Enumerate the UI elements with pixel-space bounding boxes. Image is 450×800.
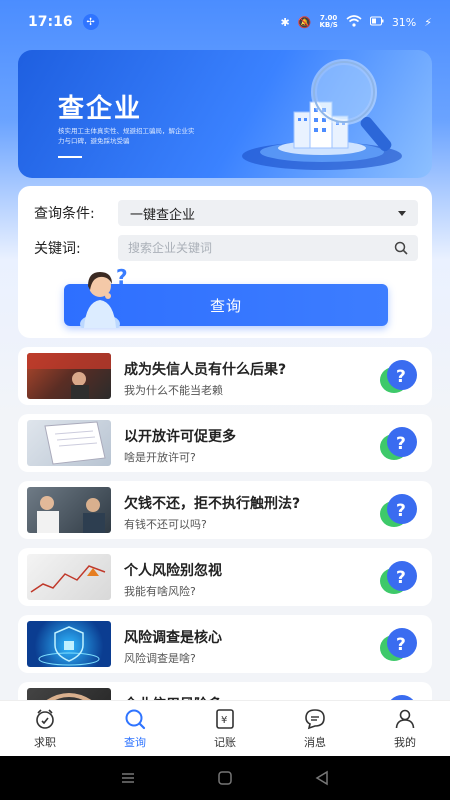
article-thumbnail — [27, 554, 111, 600]
thinking-girl-illustration: ? — [80, 266, 128, 328]
tab-job[interactable]: 求职 — [0, 701, 90, 756]
keyword-label: 关键词: — [34, 241, 81, 257]
tab-label: 我的 — [394, 736, 416, 749]
condition-row: 查询条件: 一键查企业 — [34, 200, 418, 226]
keyword-row: 关键词: — [34, 235, 418, 261]
svg-text:?: ? — [396, 635, 406, 655]
profile-icon — [395, 709, 415, 729]
status-bar: 17:16 ✢ ✱ 🔕 7.00 KB/S 31% ⚡ — [0, 0, 450, 44]
article-title: 欠钱不还，拒不执行触刑法? — [124, 496, 301, 512]
svg-text:?: ? — [396, 501, 406, 521]
tab-label: 查询 — [124, 736, 146, 749]
charging-icon: ⚡ — [424, 15, 432, 29]
magnifier-building-illustration — [242, 59, 402, 170]
article-title: 风险调查是核心 — [124, 630, 222, 646]
chevron-down-icon — [398, 210, 406, 216]
battery-icon — [369, 16, 384, 29]
condition-value: 一键查企业 — [130, 207, 196, 223]
banner-divider — [58, 156, 82, 158]
article-list: 成为失信人员有什么后果? 我为什么不能当老赖 ? 以开放许可促更多 啥是开放许可… — [18, 347, 432, 749]
tab-message[interactable]: 消息 — [270, 701, 360, 756]
article-subtitle: 我能有啥风险? — [124, 585, 196, 598]
svg-text:?: ? — [396, 434, 406, 454]
mute-icon: 🔕 — [297, 15, 312, 29]
list-item[interactable]: 成为失信人员有什么后果? 我为什么不能当老赖 ? — [18, 347, 432, 405]
question-icon: ? — [380, 628, 417, 661]
ledger-icon: ¥ — [216, 709, 234, 729]
query-card: 查询条件: 一键查企业 关键词: 查询 ? — [18, 186, 432, 338]
job-icon — [36, 709, 54, 729]
tab-profile[interactable]: 我的 — [360, 701, 450, 756]
condition-select[interactable]: 一键查企业 — [118, 200, 418, 226]
article-thumbnail — [27, 621, 111, 667]
hero-banner[interactable]: 查企业 核实用工主体真实性、规避招工骗局，解企业实力与口碑，避免踩坑受骗 — [18, 50, 432, 178]
query-button-label: 查询 — [209, 296, 242, 315]
article-subtitle: 风险调查是啥? — [124, 652, 196, 665]
home-icon[interactable] — [216, 769, 234, 787]
wifi-icon — [346, 14, 362, 30]
network-speed: 7.00 KB/S — [319, 14, 338, 29]
keyword-search-box[interactable] — [118, 235, 418, 261]
status-time: 17:16 — [28, 14, 73, 30]
menu-icon[interactable] — [119, 769, 137, 787]
list-item[interactable]: 风险调查是核心 风险调查是啥? ? — [18, 615, 432, 673]
tab-label: 记账 — [214, 736, 236, 749]
question-icon: ? — [380, 561, 417, 594]
app-notification-icon: ✢ — [82, 14, 99, 30]
bluetooth-icon: ✱ — [280, 15, 290, 29]
article-title: 个人风险别忽视 — [124, 563, 222, 579]
svg-text:¥: ¥ — [221, 715, 227, 726]
article-thumbnail — [27, 487, 111, 533]
bottom-nav: 求职 查询 ¥ 记账 消息 我的 — [0, 700, 450, 756]
article-subtitle: 我为什么不能当老赖 — [124, 384, 223, 397]
svg-text:?: ? — [116, 266, 128, 289]
question-icon: ? — [380, 360, 417, 393]
question-icon: ? — [380, 427, 417, 460]
system-nav-bar — [0, 756, 450, 800]
tab-label: 求职 — [34, 736, 56, 749]
tab-search[interactable]: 查询 — [90, 701, 180, 756]
article-subtitle: 有钱不还可以吗? — [124, 518, 207, 531]
keyword-input[interactable] — [128, 241, 394, 255]
article-title: 成为失信人员有什么后果? — [124, 362, 287, 378]
article-thumbnail — [27, 353, 111, 399]
tab-ledger[interactable]: ¥ 记账 — [180, 701, 270, 756]
message-icon — [305, 709, 325, 730]
article-title: 以开放许可促更多 — [124, 429, 236, 445]
search-icon[interactable] — [394, 241, 408, 255]
battery-level: 31% — [391, 15, 417, 29]
search-icon — [125, 709, 146, 730]
question-icon: ? — [380, 494, 417, 527]
back-icon[interactable] — [313, 769, 331, 787]
svg-text:?: ? — [396, 367, 406, 387]
list-item[interactable]: 以开放许可促更多 啥是开放许可? ? — [18, 414, 432, 472]
condition-label: 查询条件: — [34, 206, 95, 222]
list-item[interactable]: 欠钱不还，拒不执行触刑法? 有钱不还可以吗? ? — [18, 481, 432, 539]
list-item[interactable]: 个人风险别忽视 我能有啥风险? ? — [18, 548, 432, 606]
banner-title: 查企业 — [58, 94, 143, 124]
svg-text:?: ? — [396, 568, 406, 588]
tab-label: 消息 — [304, 736, 326, 749]
banner-description: 核实用工主体真实性、规避招工骗局，解企业实力与口碑，避免踩坑受骗 — [58, 127, 195, 145]
article-subtitle: 啥是开放许可? — [124, 451, 196, 464]
article-thumbnail — [27, 420, 111, 466]
